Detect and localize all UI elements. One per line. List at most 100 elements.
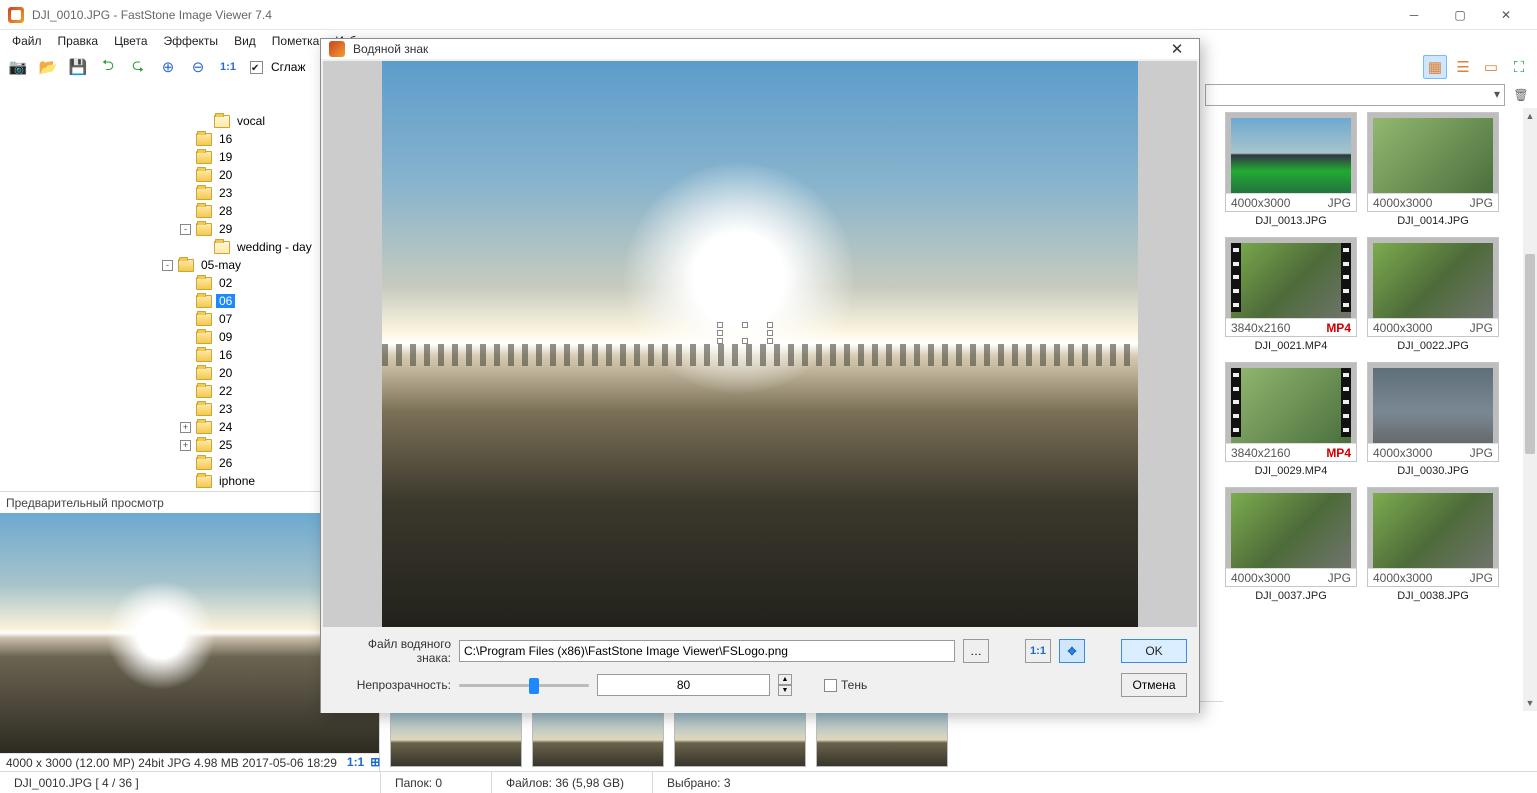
thumb-filename: DJI_0029.MP4 bbox=[1225, 462, 1357, 483]
next-icon[interactable]: ⮎ bbox=[126, 55, 150, 79]
vertical-scrollbar[interactable]: ▲ ▼ bbox=[1523, 108, 1537, 711]
thumb-filename: DJI_0038.JPG bbox=[1367, 587, 1499, 608]
tree-label: 09 bbox=[216, 330, 235, 344]
folder-icon bbox=[214, 241, 230, 254]
thumbnail-card[interactable]: 4000x3000JPGDJI_0022.JPG bbox=[1367, 237, 1499, 358]
filmstrip-item[interactable] bbox=[816, 707, 948, 767]
checkbox-icon bbox=[250, 61, 263, 74]
thumbnail-card[interactable]: 4000x3000JPGDJI_0013.JPG bbox=[1225, 112, 1357, 233]
tree-label: 16 bbox=[216, 348, 235, 362]
shadow-checkbox[interactable]: Тень bbox=[824, 678, 942, 692]
tree-label: 26 bbox=[216, 456, 235, 470]
folder-icon bbox=[196, 295, 212, 308]
ratio-icon[interactable]: 1:1 bbox=[347, 755, 364, 770]
opacity-slider[interactable] bbox=[459, 675, 589, 695]
close-button[interactable]: ✕ bbox=[1483, 0, 1529, 30]
thumbnail-card[interactable]: 3840x2160MP4DJI_0021.MP4 bbox=[1225, 237, 1357, 358]
statusbar: DJI_0010.JPG [ 4 / 36 ] Папок: 0 Файлов:… bbox=[0, 771, 1537, 793]
prev-icon[interactable]: ⮌ bbox=[96, 55, 120, 79]
status-file: DJI_0010.JPG [ 4 / 36 ] bbox=[0, 772, 380, 793]
spin-up-icon[interactable]: ▲ bbox=[778, 674, 792, 685]
folder-icon bbox=[196, 421, 212, 434]
menu-file[interactable]: Файл bbox=[4, 32, 50, 50]
watermark-file-label: Файл водяного знака: bbox=[333, 637, 451, 665]
thumbnail-card[interactable]: 4000x3000JPGDJI_0014.JPG bbox=[1367, 112, 1499, 233]
fullscreen-icon[interactable]: ⛶ bbox=[1507, 55, 1531, 79]
filmstrip-item[interactable] bbox=[674, 707, 806, 767]
tree-label: 25 bbox=[216, 438, 235, 452]
folder-icon bbox=[196, 439, 212, 452]
tree-label: 06 bbox=[216, 294, 235, 308]
thumbnail-card[interactable]: 4000x3000JPGDJI_0037.JPG bbox=[1225, 487, 1357, 608]
preview-info-text: 4000 x 3000 (12.00 MP) 24bit JPG 4.98 MB… bbox=[6, 756, 337, 770]
menu-colors[interactable]: Цвета bbox=[106, 32, 155, 50]
tree-label: 22 bbox=[216, 384, 235, 398]
thumb-format: MP4 bbox=[1326, 321, 1351, 335]
filmstrip-item[interactable] bbox=[532, 707, 664, 767]
zoom-out-icon[interactable]: ⊖ bbox=[186, 55, 210, 79]
maximize-button[interactable]: ▢ bbox=[1437, 0, 1483, 30]
dialog-close-button[interactable]: ✕ bbox=[1163, 39, 1191, 59]
folder-icon bbox=[178, 259, 194, 272]
thumb-res: 4000x3000 bbox=[1373, 571, 1432, 585]
checkbox-icon bbox=[824, 679, 837, 692]
folder-icon bbox=[196, 349, 212, 362]
window-title: DJI_0010.JPG - FastStone Image Viewer 7.… bbox=[32, 8, 272, 22]
thumbnail-card[interactable]: 3840x2160MP4DJI_0029.MP4 bbox=[1225, 362, 1357, 483]
acquire-icon[interactable]: 📷 bbox=[6, 55, 30, 79]
scroll-up-icon[interactable]: ▲ bbox=[1523, 108, 1537, 124]
thumb-filename: DJI_0037.JPG bbox=[1225, 587, 1357, 608]
smooth-checkbox[interactable]: Сглаж bbox=[250, 60, 305, 74]
dialog-titlebar[interactable]: Водяной знак ✕ bbox=[321, 39, 1199, 59]
folder-icon bbox=[196, 151, 212, 164]
thumbnail-card[interactable]: 4000x3000JPGDJI_0030.JPG bbox=[1367, 362, 1499, 483]
view-single-icon[interactable]: ▭ bbox=[1479, 55, 1503, 79]
thumb-filename: DJI_0030.JPG bbox=[1367, 462, 1499, 483]
view-list-icon[interactable]: ☰ bbox=[1451, 55, 1475, 79]
watermark-handle[interactable] bbox=[720, 325, 770, 341]
scroll-thumb[interactable] bbox=[1525, 254, 1535, 454]
folder-icon bbox=[196, 475, 212, 488]
browse-button[interactable]: … bbox=[963, 639, 989, 663]
open-icon[interactable]: 📂 bbox=[36, 55, 60, 79]
folder-icon bbox=[196, 133, 212, 146]
thumb-format: JPG bbox=[1470, 321, 1493, 335]
actual-size-icon[interactable]: 1:1 bbox=[216, 55, 240, 79]
tree-label: iphone bbox=[216, 474, 258, 488]
ok-button[interactable]: OK bbox=[1121, 639, 1187, 663]
save-icon[interactable]: 💾 bbox=[66, 55, 90, 79]
fit-button[interactable]: ✥ bbox=[1059, 639, 1085, 663]
folder-icon bbox=[196, 277, 212, 290]
dialog-icon bbox=[329, 41, 345, 57]
thumb-filename: DJI_0014.JPG bbox=[1367, 212, 1499, 233]
fit-icon[interactable]: ⊞ bbox=[370, 755, 380, 770]
menu-edit[interactable]: Правка bbox=[50, 32, 107, 50]
cancel-button[interactable]: Отмена bbox=[1121, 673, 1187, 697]
spin-down-icon[interactable]: ▼ bbox=[778, 685, 792, 696]
tree-label: 19 bbox=[216, 150, 235, 164]
menu-tag[interactable]: Пометка bbox=[264, 32, 328, 50]
zoom-in-icon[interactable]: ⊕ bbox=[156, 55, 180, 79]
thumb-format: JPG bbox=[1328, 196, 1351, 210]
tree-label: vocal bbox=[234, 114, 268, 128]
thumb-res: 3840x2160 bbox=[1231, 321, 1290, 335]
path-combo[interactable] bbox=[1205, 84, 1505, 106]
dialog-canvas[interactable] bbox=[323, 61, 1197, 627]
filmstrip-item[interactable] bbox=[390, 707, 522, 767]
tree-label: 29 bbox=[216, 222, 235, 236]
thumb-format: JPG bbox=[1328, 571, 1351, 585]
menu-view[interactable]: Вид bbox=[226, 32, 264, 50]
minimize-button[interactable]: ─ bbox=[1391, 0, 1437, 30]
thumb-res: 4000x3000 bbox=[1373, 446, 1432, 460]
menu-effects[interactable]: Эффекты bbox=[156, 32, 227, 50]
view-thumbnails-icon[interactable]: ▦ bbox=[1423, 55, 1447, 79]
watermark-file-input[interactable] bbox=[459, 640, 955, 662]
folder-icon bbox=[196, 205, 212, 218]
ratio-button[interactable]: 1:1 bbox=[1025, 639, 1051, 663]
scroll-down-icon[interactable]: ▼ bbox=[1523, 695, 1537, 711]
opacity-value[interactable] bbox=[597, 674, 770, 696]
tree-label: 20 bbox=[216, 168, 235, 182]
watermark-dialog: Водяной знак ✕ Файл водяного знака: … 1:… bbox=[320, 38, 1200, 713]
thumbnail-card[interactable]: 4000x3000JPGDJI_0038.JPG bbox=[1367, 487, 1499, 608]
delete-icon[interactable]: 🗑 bbox=[1511, 85, 1531, 105]
